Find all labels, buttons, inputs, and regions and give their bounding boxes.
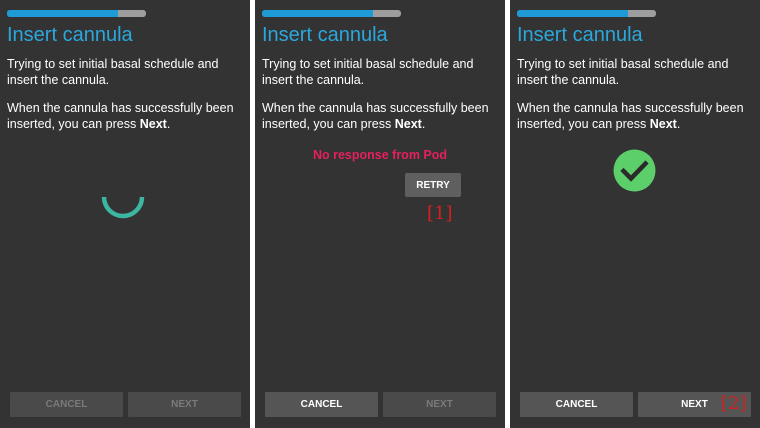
- description-text: Trying to set initial basal schedule and…: [7, 57, 219, 87]
- hint-text: When the cannula has successfully been i…: [517, 101, 744, 131]
- check-circle-icon: [613, 149, 656, 192]
- page-title: Insert cannula: [517, 24, 643, 46]
- error-message: No response from Pod: [312, 148, 448, 162]
- retry-button[interactable]: RETRY: [405, 173, 461, 197]
- annotation-marker: [1]: [427, 203, 453, 224]
- next-button[interactable]: NEXT: [383, 392, 496, 417]
- description-text: Trying to set initial basal schedule and…: [262, 57, 474, 87]
- hint-text: When the cannula has successfully been i…: [7, 101, 234, 131]
- annotation-marker: [2]: [721, 393, 747, 414]
- page-title: Insert cannula: [262, 24, 388, 46]
- page-title: Insert cannula: [7, 24, 133, 46]
- hint-text: When the cannula has successfully been i…: [262, 101, 489, 131]
- wizard-progress-bar: [7, 10, 146, 17]
- wizard-progress-bar: [517, 10, 656, 17]
- progress-fill: [7, 10, 119, 17]
- loading-spinner-icon: [101, 196, 145, 219]
- progress-fill: [517, 10, 629, 17]
- screen-inserting: Insert cannula Trying to set initial bas…: [0, 0, 250, 428]
- cancel-button[interactable]: CANCEL: [265, 392, 378, 417]
- cancel-button[interactable]: CANCEL: [520, 392, 633, 417]
- cancel-button[interactable]: CANCEL: [10, 392, 123, 417]
- wizard-progress-bar: [262, 10, 401, 17]
- next-button[interactable]: NEXT: [128, 392, 241, 417]
- screen-no-response: Insert cannula Trying to set initial bas…: [255, 0, 505, 428]
- screen-inserted: Insert cannula Trying to set initial bas…: [510, 0, 760, 428]
- progress-fill: [262, 10, 374, 17]
- description-text: Trying to set initial basal schedule and…: [517, 57, 729, 87]
